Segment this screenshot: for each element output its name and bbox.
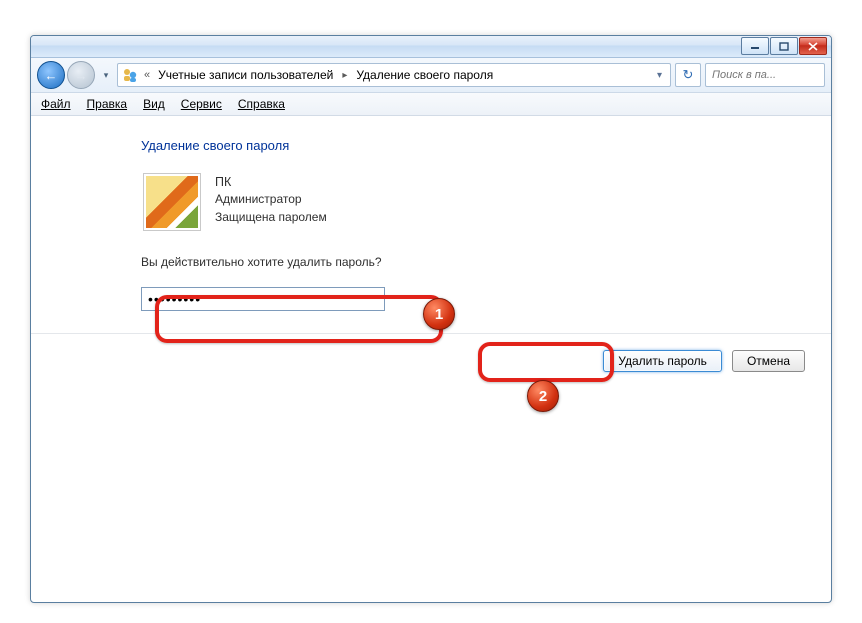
breadcrumb-current[interactable]: Удаление своего пароля (354, 68, 495, 82)
page-title: Удаление своего пароля (141, 138, 821, 153)
breadcrumb-parent[interactable]: Учетные записи пользователей (156, 68, 335, 82)
address-dropdown[interactable]: ▾ (653, 70, 666, 81)
minimize-button[interactable] (741, 37, 769, 55)
avatar-image (146, 176, 198, 228)
minimize-icon (750, 42, 760, 50)
user-name: ПК (215, 173, 327, 191)
address-bar[interactable]: « Учетные записи пользователей ▸ Удалени… (117, 63, 671, 87)
arrow-right-icon: → (75, 68, 88, 83)
annotation-highlight-2 (478, 342, 614, 382)
menu-bar: Файл Правка Вид Сервис Справка (31, 93, 831, 116)
annotation-bubble-1: 1 (423, 298, 455, 330)
annotation-bubble-2: 2 (527, 380, 559, 412)
menu-edit[interactable]: Правка (81, 95, 134, 113)
chevron-right-icon: ▸ (339, 70, 350, 81)
control-panel-window: ← → ▾ « Учетные за (30, 35, 832, 603)
close-button[interactable] (799, 37, 827, 55)
search-box[interactable]: 🔍 (705, 63, 825, 87)
nav-history-dropdown[interactable]: ▾ (99, 65, 113, 85)
nav-forward-button: → (67, 61, 95, 89)
menu-help[interactable]: Справка (232, 95, 291, 113)
maximize-button[interactable] (770, 37, 798, 55)
menu-view[interactable]: Вид (137, 95, 171, 113)
cancel-button[interactable]: Отмена (732, 350, 805, 372)
menu-file[interactable]: Файл (35, 95, 77, 113)
user-accounts-icon (122, 67, 138, 83)
navigation-row: ← → ▾ « Учетные за (31, 58, 831, 93)
menu-tools[interactable]: Сервис (175, 95, 228, 113)
user-role: Администратор (215, 191, 327, 208)
close-icon (808, 42, 818, 51)
chevron-down-icon: ▾ (104, 70, 109, 81)
arrow-left-icon: ← (45, 68, 58, 83)
nav-back-button[interactable]: ← (37, 61, 65, 89)
breadcrumb-overflow-icon[interactable]: « (142, 69, 152, 81)
avatar (143, 173, 201, 231)
user-protected-status: Защищена паролем (215, 209, 327, 226)
user-summary: ПК Администратор Защищена паролем (143, 173, 821, 231)
dialog-footer: Удалить пароль Отмена 2 (31, 334, 831, 372)
password-input[interactable] (141, 287, 385, 311)
delete-password-button[interactable]: Удалить пароль (603, 350, 722, 372)
main-content: Удаление своего пароля ПК Администратор … (31, 116, 831, 319)
maximize-icon (779, 42, 789, 51)
confirm-prompt: Вы действительно хотите удалить пароль? (141, 255, 821, 269)
refresh-icon: ↻ (683, 67, 694, 83)
title-bar (31, 36, 831, 58)
refresh-button[interactable]: ↻ (675, 63, 701, 87)
search-input[interactable] (710, 68, 832, 82)
